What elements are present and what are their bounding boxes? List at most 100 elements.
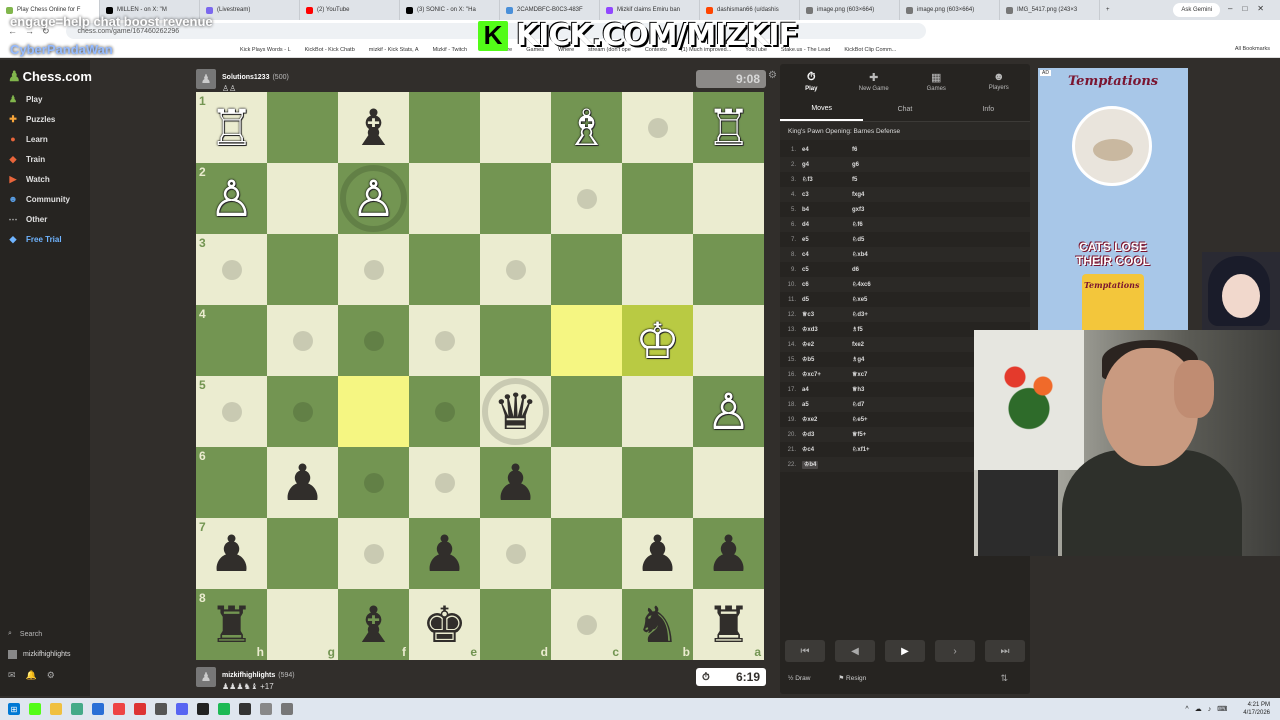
board-square[interactable] bbox=[480, 305, 551, 376]
app-icon-5[interactable] bbox=[260, 703, 272, 715]
browser-tab[interactable]: (Livestream) bbox=[200, 0, 300, 20]
sidebar-item-free-trial[interactable]: ◆ Free Trial bbox=[8, 234, 62, 245]
new-tab-button[interactable]: + bbox=[1100, 0, 1116, 20]
board-square[interactable] bbox=[338, 305, 409, 376]
board-square[interactable]: 2 ♙ bbox=[196, 163, 267, 234]
white-king-icon[interactable]: ♔ bbox=[635, 316, 680, 366]
board-square[interactable] bbox=[622, 447, 693, 518]
board-square[interactable] bbox=[480, 518, 551, 589]
board-square[interactable] bbox=[480, 234, 551, 305]
board-square[interactable] bbox=[267, 163, 338, 234]
board-square[interactable]: c bbox=[551, 589, 622, 660]
board-square[interactable]: ♟ bbox=[480, 447, 551, 518]
board-square[interactable] bbox=[480, 92, 551, 163]
board-square[interactable]: ♖ bbox=[693, 92, 764, 163]
kick-app-icon[interactable] bbox=[29, 703, 41, 715]
board-square[interactable]: ♟ bbox=[693, 518, 764, 589]
board-square[interactable]: 4 bbox=[196, 305, 267, 376]
sidebar-item-learn[interactable]: ● Learn bbox=[8, 134, 48, 144]
draw-button[interactable]: ½ Draw bbox=[788, 675, 824, 682]
board-square[interactable] bbox=[551, 518, 622, 589]
legal-move-dot[interactable] bbox=[221, 401, 242, 422]
browser-tab[interactable]: image.png (603×664) bbox=[900, 0, 1000, 20]
board-square[interactable] bbox=[267, 376, 338, 447]
white-rook-icon[interactable]: ♖ bbox=[706, 103, 751, 153]
white-move[interactable]: d5 bbox=[802, 297, 852, 303]
white-pawn-icon[interactable]: ♙ bbox=[706, 387, 751, 437]
black-pawn-icon[interactable]: ♟ bbox=[635, 529, 680, 579]
tab-new-game[interactable]: ✚ New Game bbox=[843, 64, 906, 98]
board-square[interactable] bbox=[409, 305, 480, 376]
black-move[interactable]: fxe2 bbox=[852, 342, 902, 348]
board-square[interactable] bbox=[693, 447, 764, 518]
board-square[interactable]: ♙ bbox=[693, 376, 764, 447]
board-square[interactable] bbox=[267, 92, 338, 163]
chrome-icon[interactable] bbox=[113, 703, 125, 715]
sidebar-item-play[interactable]: ♟ Play bbox=[8, 94, 43, 105]
board-square[interactable]: 3 bbox=[196, 234, 267, 305]
edge-icon[interactable] bbox=[92, 703, 104, 715]
board-square[interactable] bbox=[551, 234, 622, 305]
sidebar-item-train[interactable]: ◆ Train bbox=[8, 154, 46, 165]
legal-move-dot[interactable] bbox=[363, 472, 384, 493]
white-move[interactable]: ♔xd3 bbox=[802, 326, 852, 333]
legal-move-dot[interactable] bbox=[576, 188, 597, 209]
board-square[interactable] bbox=[409, 376, 480, 447]
white-move[interactable]: c6 bbox=[802, 282, 852, 288]
white-move[interactable]: c4 bbox=[802, 252, 852, 258]
black-move[interactable]: ♘d5 bbox=[852, 236, 902, 243]
start-icon[interactable]: ⊞ bbox=[8, 703, 20, 715]
board-square[interactable] bbox=[622, 234, 693, 305]
board-square[interactable]: d bbox=[480, 589, 551, 660]
black-move[interactable]: ♕h3 bbox=[852, 386, 902, 393]
player-name[interactable]: mizkifhighlights bbox=[222, 672, 275, 679]
bookmark-item[interactable]: KickBot Clip Comm... bbox=[844, 47, 896, 53]
white-move[interactable]: ♔d3 bbox=[802, 431, 852, 438]
black-move[interactable]: ♘d3+ bbox=[852, 311, 902, 318]
board-square[interactable] bbox=[693, 163, 764, 234]
legal-move-dot[interactable] bbox=[647, 117, 668, 138]
capture-hint-ring[interactable] bbox=[340, 165, 407, 232]
spotify-icon[interactable] bbox=[218, 703, 230, 715]
browser-tab[interactable]: image.png (603×664) bbox=[800, 0, 900, 20]
legal-move-dot[interactable] bbox=[363, 259, 384, 280]
opening-name[interactable]: King's Pawn Opening: Barnes Defense bbox=[780, 122, 1030, 140]
sidebar-item-other[interactable]: ⋯ Other bbox=[8, 214, 48, 225]
sidebar-item-watch[interactable]: ▶ Watch bbox=[8, 174, 50, 185]
subtab-chat[interactable]: Chat bbox=[863, 98, 946, 121]
black-move[interactable]: ♕f5+ bbox=[852, 431, 902, 438]
app-icon-4[interactable] bbox=[239, 703, 251, 715]
black-bishop-icon[interactable]: ♝ bbox=[351, 103, 396, 153]
opponent-name[interactable]: Solutions1233 bbox=[222, 74, 269, 81]
bookmark-item[interactable]: Kick Plays Words - L bbox=[240, 47, 291, 53]
browser-tab[interactable]: (3) SONIC - on X: "Ha bbox=[400, 0, 500, 20]
legal-move-dot[interactable] bbox=[434, 401, 455, 422]
board-square[interactable]: ♗ bbox=[551, 92, 622, 163]
black-move[interactable]: gxf3 bbox=[852, 207, 902, 213]
last-move-button[interactable]: ⏭ bbox=[985, 640, 1025, 662]
board-square[interactable]: ♟ bbox=[267, 447, 338, 518]
board-square[interactable]: ♔ bbox=[622, 305, 693, 376]
subtab-info[interactable]: Info bbox=[947, 98, 1030, 121]
board-settings-gear-icon[interactable]: ⚙ bbox=[768, 70, 777, 81]
resign-button[interactable]: ⚑ Resign bbox=[838, 674, 880, 682]
bookmark-item[interactable]: Mizkif - Twitch bbox=[433, 47, 467, 53]
board-square[interactable] bbox=[551, 376, 622, 447]
white-move[interactable]: ♔b5 bbox=[802, 356, 852, 363]
white-pawn-icon[interactable]: ♙ bbox=[209, 174, 254, 224]
legal-move-dot[interactable] bbox=[576, 614, 597, 635]
white-move[interactable]: ♔c4 bbox=[802, 446, 852, 453]
black-move[interactable]: ♗f5 bbox=[852, 326, 902, 333]
board-square[interactable] bbox=[409, 234, 480, 305]
bookmark-item[interactable]: KickBot - Kick Chatb bbox=[305, 47, 355, 53]
forward-button[interactable]: › bbox=[935, 640, 975, 662]
flip-board-icon[interactable]: ⇅ bbox=[1000, 673, 1008, 684]
black-move[interactable]: d6 bbox=[852, 267, 902, 273]
board-square[interactable]: 5 bbox=[196, 376, 267, 447]
board-square[interactable]: 1 ♖ bbox=[196, 92, 267, 163]
app-icon-2[interactable] bbox=[134, 703, 146, 715]
white-move[interactable]: ♔xe2 bbox=[802, 416, 852, 423]
browser-tab[interactable]: dashisman66 (u/dashis bbox=[700, 0, 800, 20]
black-move[interactable]: ♘xf1+ bbox=[852, 446, 902, 453]
legal-move-dot[interactable] bbox=[292, 330, 313, 351]
